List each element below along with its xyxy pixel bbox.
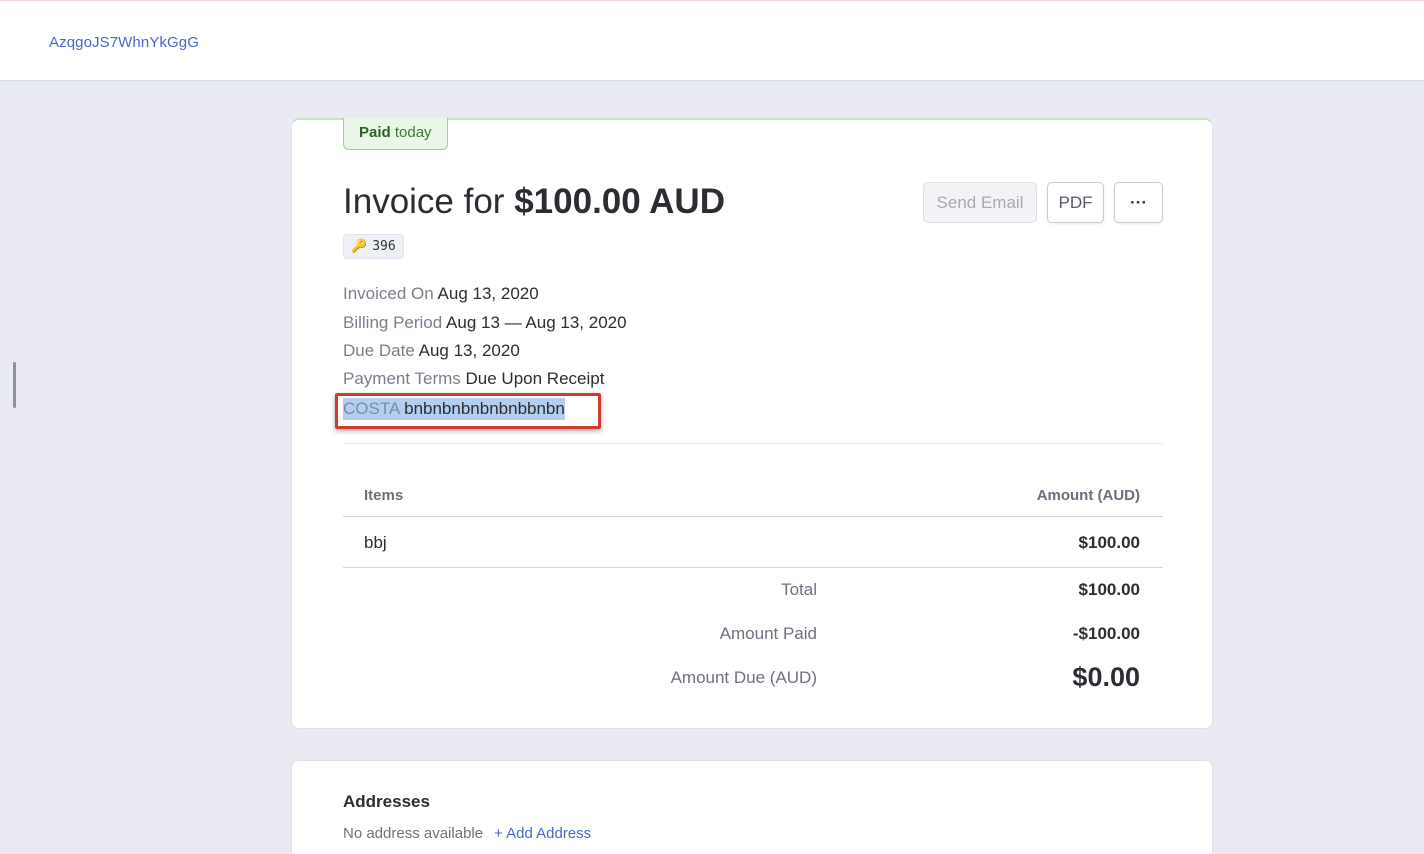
meta-invoiced-on: Invoiced On Aug 13, 2020 [343, 283, 539, 305]
invoice-number: 396 [372, 239, 396, 254]
meta-payment-terms: Payment Terms Due Upon Receipt [343, 368, 604, 390]
line-item-name: bbj [364, 533, 387, 552]
addresses-card: Addresses No address available + Add Add… [291, 760, 1213, 854]
total-value: $100.00 [1078, 580, 1140, 599]
column-header-items: Items [364, 487, 404, 504]
meta-label: Payment Terms [343, 369, 461, 388]
divider [343, 443, 1163, 444]
invoice-number-chip: 🔑 396 [343, 234, 404, 259]
no-address-text: No address available [343, 825, 484, 842]
amount-due-label: Amount Due (AUD) [670, 668, 817, 687]
line-item-amount: $100.00 [1078, 533, 1140, 552]
send-email-button[interactable]: Send Email [923, 182, 1037, 223]
meta-label: Billing Period [343, 313, 443, 332]
status-badge: Paid today [343, 118, 448, 150]
total-label: Total [781, 580, 817, 599]
pdf-button[interactable]: PDF [1047, 182, 1104, 223]
meta-label: Invoiced On [343, 284, 434, 303]
annotation-highlight-box [335, 393, 601, 429]
meta-due-date: Due Date Aug 13, 2020 [343, 340, 520, 362]
amount-due-value: $0.00 [1072, 662, 1140, 692]
sidebar-resize-handle[interactable] [13, 362, 16, 408]
meta-value: Aug 13, 2020 [437, 284, 539, 303]
page-title: Invoice for $100.00 AUD [343, 182, 725, 222]
meta-label: Due Date [343, 341, 415, 360]
meta-value: Aug 13, 2020 [418, 341, 520, 360]
account-id-link[interactable]: AzqgoJS7WhnYkGgG [49, 34, 199, 51]
title-prefix: Invoice for [343, 182, 505, 221]
top-bar: AzqgoJS7WhnYkGgG [0, 0, 1424, 81]
divider [343, 516, 1163, 517]
meta-value: Due Upon Receipt [465, 369, 605, 388]
invoice-card: Paid today Invoice for $100.00 AUD Send … [291, 118, 1213, 729]
more-options-button[interactable]: ··· [1114, 182, 1163, 223]
key-icon: 🔑 [351, 239, 368, 254]
divider [343, 567, 1163, 568]
addresses-title: Addresses [343, 792, 430, 811]
amount-paid-value: -$100.00 [1072, 624, 1140, 643]
column-header-amount: Amount (AUD) [1036, 487, 1140, 504]
meta-value: Aug 13 — Aug 13, 2020 [446, 313, 627, 332]
amount-paid-label: Amount Paid [719, 624, 817, 643]
title-amount: $100.00 AUD [514, 182, 725, 221]
meta-billing-period: Billing Period Aug 13 — Aug 13, 2020 [343, 312, 627, 334]
add-address-link[interactable]: + Add Address [494, 825, 591, 842]
status-when: today [394, 124, 432, 141]
status-label: Paid [359, 124, 391, 141]
